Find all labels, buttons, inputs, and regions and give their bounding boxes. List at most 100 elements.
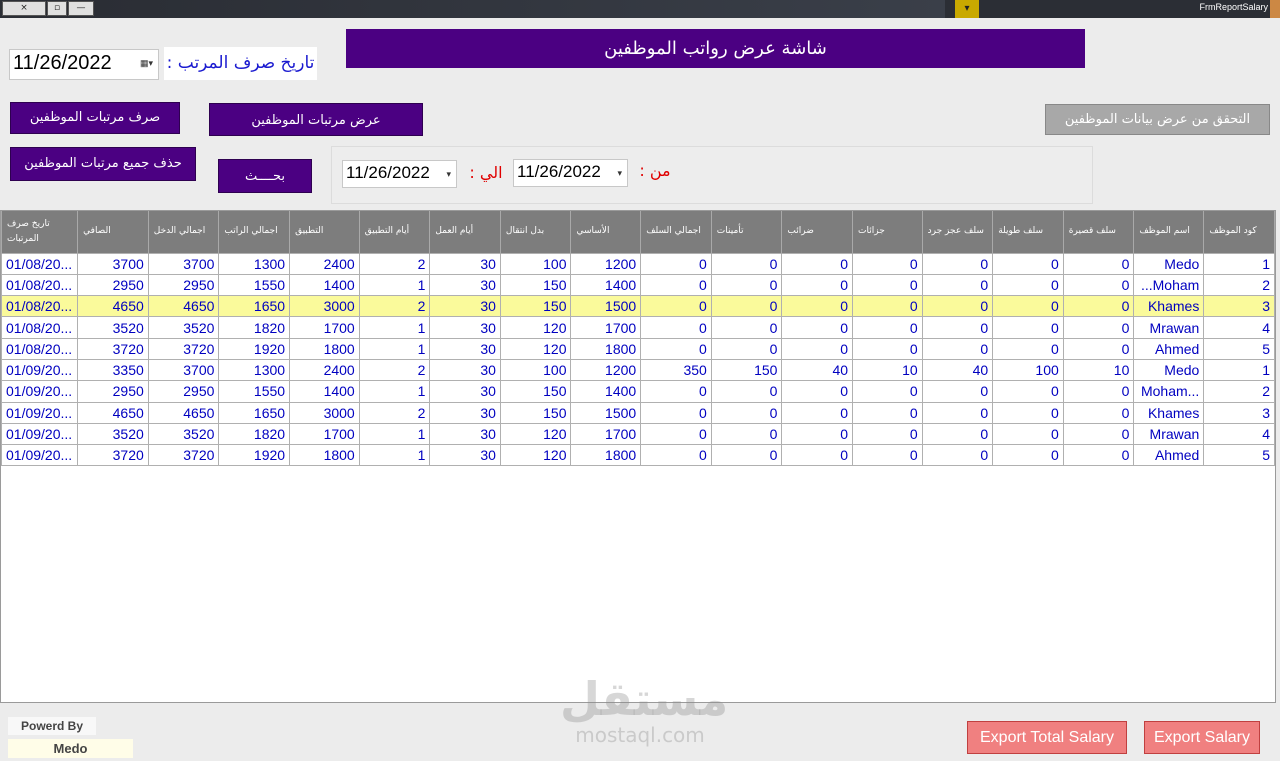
salary-grid[interactable]: كود الموظف اسم الموظف سلف قصيرة سلف طويلة سل… xyxy=(0,210,1276,703)
table-cell[interactable]: 0 xyxy=(921,316,994,339)
table-cell[interactable]: 30 xyxy=(429,295,501,318)
table-cell[interactable]: 0 xyxy=(992,422,1064,446)
table-cell[interactable]: 3720 xyxy=(147,337,220,360)
table-cell[interactable]: 0 xyxy=(852,295,923,318)
table-cell[interactable]: 0 xyxy=(710,380,783,403)
table-cell[interactable]: 1700 xyxy=(289,316,360,339)
table-cell[interactable]: 0 xyxy=(640,380,712,403)
table-cell[interactable]: 3000 xyxy=(289,401,360,424)
table-cell[interactable]: 0 xyxy=(852,422,923,446)
chevron-down-icon[interactable]: ▾ xyxy=(446,169,451,180)
table-cell[interactable]: 0 xyxy=(992,337,1064,360)
table-cell[interactable]: Ahmed xyxy=(1133,337,1205,360)
table-cell[interactable]: 0 xyxy=(640,444,712,467)
column-header[interactable]: تاريخ صرف المرتبات xyxy=(1,211,79,253)
table-cell[interactable]: 0 xyxy=(640,252,712,275)
table-cell[interactable]: 1650 xyxy=(218,295,291,318)
table-cell[interactable]: 30 xyxy=(429,444,501,467)
table-cell[interactable]: 1500 xyxy=(570,401,642,424)
table-cell[interactable]: 30 xyxy=(429,316,501,339)
table-cell[interactable]: 0 xyxy=(710,422,783,446)
table-cell[interactable]: 0 xyxy=(710,295,783,318)
table-cell[interactable]: 0 xyxy=(781,316,854,339)
table-cell[interactable]: 350 xyxy=(640,358,712,382)
table-cell[interactable]: 150 xyxy=(710,358,783,382)
table-cell[interactable]: 0 xyxy=(1062,295,1135,318)
minimize-window-button[interactable]: — xyxy=(68,1,94,16)
calendar-icon[interactable]: ▦▾ xyxy=(140,58,153,69)
table-cell[interactable]: 0 xyxy=(710,273,783,297)
table-cell[interactable]: 2 xyxy=(1203,273,1275,297)
table-cell[interactable]: 1 xyxy=(358,444,431,467)
column-header[interactable]: كود الموظف xyxy=(1203,211,1275,253)
table-cell[interactable]: 3700 xyxy=(147,252,220,275)
table-cell[interactable]: 0 xyxy=(921,295,994,318)
table-cell[interactable]: 0 xyxy=(852,380,923,403)
column-header[interactable]: سلف قصيرة xyxy=(1062,211,1135,253)
table-cell[interactable]: 01/08/20... xyxy=(1,295,79,318)
table-cell[interactable]: 0 xyxy=(710,252,783,275)
table-cell[interactable]: 0 xyxy=(921,337,994,360)
table-cell[interactable]: 2950 xyxy=(147,380,220,403)
table-row[interactable]: 2 ...Moham 0 0 0 0 0 0 0 1400 150 30 1 1400 1550 2950 29… xyxy=(1,380,1275,403)
table-row[interactable]: 4 Mrawan 0 0 0 0 0 0 0 1700 120 30 1 1700 1820 3520 3520… xyxy=(1,422,1275,446)
column-header[interactable]: سلف عجز جرد xyxy=(921,211,994,253)
table-cell[interactable]: 0 xyxy=(992,273,1064,297)
column-header[interactable]: سلف طويلة xyxy=(992,211,1064,253)
verify-employees-button[interactable]: التحقق من عرض بيانات الموظفين xyxy=(1045,104,1270,135)
table-cell[interactable]: 0 xyxy=(921,380,994,403)
table-cell[interactable]: 3520 xyxy=(77,422,149,446)
table-cell[interactable]: 01/08/20... xyxy=(1,337,79,360)
table-cell[interactable]: 1700 xyxy=(570,422,642,446)
table-row[interactable]: 5 Ahmed 0 0 0 0 0 0 0 1800 120 30 1 1800 1920 3720 3720 0… xyxy=(1,337,1275,360)
table-cell[interactable]: 0 xyxy=(1062,252,1135,275)
table-cell[interactable]: 100 xyxy=(499,252,572,275)
table-cell[interactable]: 1300 xyxy=(218,358,291,382)
table-cell[interactable]: 1200 xyxy=(570,358,642,382)
column-header[interactable]: تأمينات xyxy=(710,211,783,253)
table-cell[interactable]: 0 xyxy=(852,337,923,360)
show-salaries-button[interactable]: عرض مرتبات الموظفين xyxy=(209,103,423,136)
table-cell[interactable]: 0 xyxy=(921,444,994,467)
table-cell[interactable]: 0 xyxy=(852,401,923,424)
column-header[interactable]: بدل انتقال xyxy=(499,211,572,253)
export-total-salary-button[interactable]: Export Total Salary xyxy=(967,721,1127,754)
table-cell[interactable]: 1800 xyxy=(570,444,642,467)
restore-window-button[interactable]: ▫ xyxy=(47,1,67,16)
table-cell[interactable]: 3 xyxy=(1203,295,1275,318)
table-cell[interactable]: 1800 xyxy=(289,444,360,467)
table-cell[interactable]: 0 xyxy=(710,316,783,339)
table-cell[interactable]: Medo xyxy=(1133,252,1205,275)
table-cell[interactable]: 3720 xyxy=(77,337,149,360)
table-cell[interactable]: 1800 xyxy=(570,337,642,360)
export-salary-button[interactable]: Export Salary xyxy=(1144,721,1260,754)
table-cell[interactable]: 2 xyxy=(358,252,431,275)
table-cell[interactable]: 3700 xyxy=(77,252,149,275)
table-cell[interactable]: 0 xyxy=(640,316,712,339)
table-cell[interactable]: 1820 xyxy=(218,422,291,446)
table-cell[interactable]: 0 xyxy=(992,401,1064,424)
table-cell[interactable]: 5 xyxy=(1203,444,1275,467)
table-row[interactable]: 2 Moham... 0 0 0 0 0 0 0 1400 150 30 1 1400 1550 2950 29… xyxy=(1,273,1275,297)
table-cell[interactable]: 0 xyxy=(781,273,854,297)
table-cell[interactable]: 120 xyxy=(499,422,572,446)
pay-date-picker[interactable]: 11/26/2022 ▦▾ xyxy=(9,49,159,80)
from-date-picker[interactable]: 11/26/2022 ▾ xyxy=(513,159,628,187)
table-cell[interactable]: 30 xyxy=(429,358,501,382)
table-cell[interactable]: 40 xyxy=(781,358,854,382)
table-cell[interactable]: 0 xyxy=(921,401,994,424)
table-cell[interactable]: 0 xyxy=(781,422,854,446)
table-cell[interactable]: 0 xyxy=(852,444,923,467)
pay-salaries-button[interactable]: صرف مرتبات الموظفين xyxy=(10,102,180,134)
column-header[interactable]: أيام التطبيق xyxy=(358,211,431,253)
column-header[interactable]: الأساسي xyxy=(570,211,642,253)
table-cell[interactable]: 0 xyxy=(781,252,854,275)
delete-all-salaries-button[interactable]: حذف جميع مرتبات الموظفين xyxy=(10,147,196,181)
column-header[interactable]: أيام العمل xyxy=(429,211,501,253)
table-cell[interactable]: 0 xyxy=(781,380,854,403)
table-cell[interactable]: Khames xyxy=(1133,295,1205,318)
table-cell[interactable]: 0 xyxy=(781,295,854,318)
table-cell[interactable]: 0 xyxy=(992,380,1064,403)
table-cell[interactable]: 150 xyxy=(499,273,572,297)
table-cell[interactable]: 1 xyxy=(358,273,431,297)
